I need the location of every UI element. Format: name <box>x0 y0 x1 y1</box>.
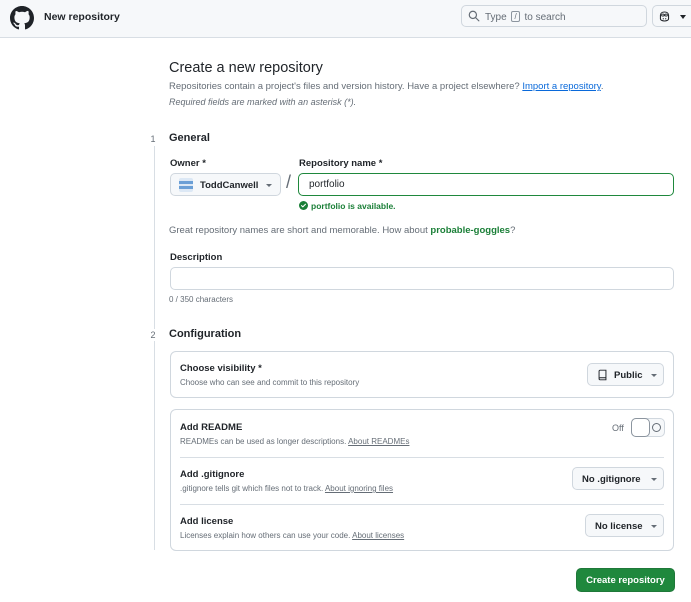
step-number-configuration: 2 <box>147 329 159 341</box>
search-icon <box>468 10 480 22</box>
check-circle-icon <box>299 201 308 210</box>
readme-title: Add README <box>180 422 243 433</box>
suggested-name-link[interactable]: probable-goggles <box>430 225 510 236</box>
readme-toggle[interactable] <box>631 418 665 437</box>
about-licenses-link[interactable]: About licenses <box>352 531 404 540</box>
top-header: New repository Type / to search <box>0 0 691 38</box>
repository-name-input[interactable] <box>298 173 674 196</box>
visibility-value: Public <box>614 370 643 381</box>
search-placeholder: Type / to search <box>485 11 566 23</box>
chevron-down-icon <box>651 478 657 481</box>
visibility-select[interactable]: Public <box>587 363 664 386</box>
header-title: New repository <box>44 11 120 23</box>
license-value: No license <box>595 521 643 532</box>
repo-icon <box>598 369 607 381</box>
section-title-general: General <box>169 132 210 144</box>
step-number-general: 1 <box>147 133 159 145</box>
owner-select[interactable]: ToddCanwell <box>170 173 281 196</box>
visibility-title: Choose visibility * <box>180 363 262 374</box>
search-input[interactable]: Type / to search <box>461 5 647 27</box>
page-description: Repositories contain a project's files a… <box>169 81 604 92</box>
license-title: Add license <box>180 516 234 527</box>
chevron-down-icon <box>266 184 272 187</box>
owner-repo-separator: / <box>286 172 292 192</box>
avatar <box>179 178 193 192</box>
character-count: 0 / 350 characters <box>169 295 234 304</box>
gitignore-value: No .gitignore <box>582 474 641 485</box>
toggle-off-icon <box>652 423 661 432</box>
owner-name: ToddCanwell <box>200 180 259 191</box>
description-input[interactable] <box>170 267 674 290</box>
visibility-subtitle: Choose who can see and commit to this re… <box>180 378 360 387</box>
license-subtitle: Licenses explain how others can use your… <box>180 531 405 540</box>
description-label: Description <box>170 252 223 263</box>
readme-toggle-label: Off <box>612 423 624 433</box>
license-select[interactable]: No license <box>585 514 664 537</box>
import-repository-link[interactable]: Import a repository <box>522 81 601 92</box>
required-fields-note: Required fields are marked with an aster… <box>169 97 357 107</box>
owner-label: Owner * <box>170 158 206 169</box>
gitignore-select[interactable]: No .gitignore <box>572 467 664 490</box>
github-logo-icon[interactable] <box>10 6 34 30</box>
gitignore-title: Add .gitignore <box>180 469 245 480</box>
create-repository-button[interactable]: Create repository <box>576 568 675 592</box>
about-readmes-link[interactable]: About READMEs <box>348 437 409 446</box>
repository-name-label: Repository name * <box>299 158 383 169</box>
initialization-card: Add README READMEs can be used as longer… <box>170 409 674 551</box>
gitignore-subtitle: .gitignore tells git which files not to … <box>180 484 394 493</box>
readme-subtitle: READMEs can be used as longer descriptio… <box>180 437 410 446</box>
availability-message: portfolio is available. <box>311 201 396 211</box>
page-title: Create a new repository <box>169 60 323 76</box>
visibility-card: Choose visibility * Choose who can see a… <box>170 351 674 398</box>
chevron-down-icon <box>680 15 686 19</box>
name-suggestion: Great repository names are short and mem… <box>169 225 516 236</box>
slash-key-hint: / <box>511 11 520 22</box>
about-ignoring-files-link[interactable]: About ignoring files <box>325 484 393 493</box>
toggle-knob <box>631 418 650 437</box>
copilot-button[interactable] <box>652 5 691 27</box>
section-rail <box>154 146 155 550</box>
row-divider <box>180 457 664 458</box>
chevron-down-icon <box>651 525 657 528</box>
row-divider <box>180 504 664 505</box>
chevron-down-icon <box>651 374 657 377</box>
section-title-configuration: Configuration <box>169 328 242 340</box>
copilot-icon <box>659 11 670 22</box>
